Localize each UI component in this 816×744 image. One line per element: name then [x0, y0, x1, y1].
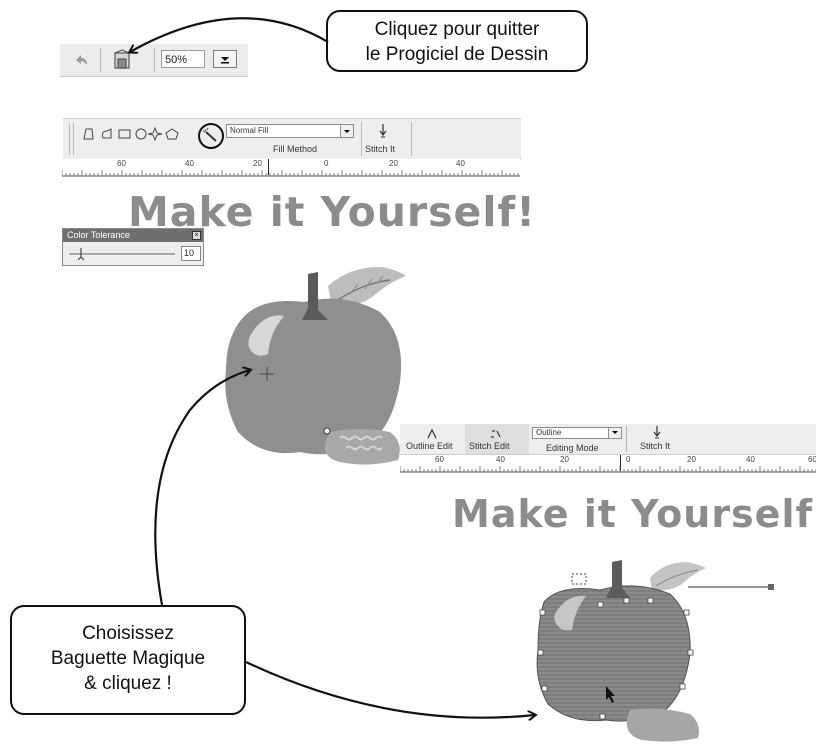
color-tolerance-title: Color Tolerance [63, 229, 203, 242]
star-tool-icon [147, 126, 163, 142]
tolerance-slider[interactable] [67, 246, 179, 262]
ruler-label: 20 [560, 455, 569, 464]
stitch-it-button[interactable]: Stitch It [365, 144, 395, 154]
ruler-ticks [400, 466, 816, 473]
stitch-it-icon[interactable] [376, 122, 390, 145]
editing-mode-label: Editing Mode [546, 443, 599, 453]
ruler-label: 60 [808, 455, 816, 464]
outline-tool-icon [102, 128, 112, 139]
zoom-input[interactable]: 50% [161, 50, 205, 68]
ruler-label: 0 [324, 159, 329, 168]
stitch-it-button[interactable]: Stitch It [640, 441, 670, 451]
outline-toolbar: Outline Edit Stitch Edit Outline Editing… [400, 424, 816, 455]
top-toolbar: 50% [60, 44, 248, 77]
ruler-label: 20 [687, 455, 696, 464]
chevron-down-icon[interactable] [608, 428, 621, 438]
color-tolerance-panel: Color Tolerance × 10 [62, 228, 204, 266]
toolbar-separator [361, 122, 362, 156]
undo-icon[interactable] [72, 51, 90, 74]
ruler-label: 60 [435, 455, 444, 464]
magic-wand-cursor-icon [323, 427, 331, 435]
close-icon[interactable]: × [192, 231, 201, 240]
ruler-bottom: 60 40 20 0 20 40 60 [400, 455, 816, 473]
chevron-down-icon [221, 57, 229, 64]
toolbar-separator [100, 48, 101, 72]
ruler-ticks [62, 170, 520, 177]
apple-body-stitched [536, 585, 691, 722]
polygon-tool-icon [165, 128, 179, 140]
rectangle-tool-icon [118, 129, 131, 139]
callout-wand-line1: Choisissez [82, 623, 174, 644]
ellipse-tool-icon [135, 128, 147, 140]
ruler-label: 40 [746, 455, 755, 464]
apple-leaf [650, 562, 706, 591]
toolbar-separator [626, 426, 627, 452]
fill-method-label: Fill Method [273, 144, 318, 154]
callout-wand-line2: Baguette Magique [50, 648, 206, 669]
stitch-edit-label: Stitch Edit [469, 441, 510, 451]
headline-make-it-yourself-bottom: Make it Yourself! [452, 492, 816, 536]
zoom-dropdown-button[interactable] [213, 50, 237, 68]
toolbar-grip [73, 123, 74, 155]
editing-mode-select[interactable]: Outline [532, 427, 622, 439]
arrow-to-apple-bottom [245, 661, 535, 718]
callout-wand-line3: & cliquez ! [84, 673, 172, 694]
ruler-label: 40 [496, 455, 505, 464]
outline-edit-button[interactable]: Outline Edit [406, 441, 453, 451]
ruler-label: 60 [117, 159, 126, 168]
callout-quit: Cliquez pour quitter le Progiciel de Des… [326, 10, 588, 72]
ruler-label: 40 [185, 159, 194, 168]
chevron-down-icon[interactable] [340, 125, 353, 137]
toolbar-grip [69, 123, 70, 155]
toolbar-separator [411, 122, 412, 156]
draw-tools-group [83, 126, 179, 142]
fill-method-select[interactable]: Normal Fill [226, 124, 354, 138]
freehand-tool-icon [83, 128, 94, 140]
ruler-label: 0 [626, 455, 631, 464]
ruler-label: 20 [253, 159, 262, 168]
callout-magic-wand: Choisissez Baguette Magique & cliquez ! [10, 605, 246, 715]
exit-draw-icon[interactable] [112, 49, 134, 76]
callout-quit-line1: Cliquez pour quitter [374, 19, 540, 40]
fill-method-value: Normal Fill [230, 126, 269, 135]
toolbar-separator [154, 48, 155, 72]
selection-handle [768, 584, 774, 590]
editing-mode-value: Outline [536, 428, 562, 437]
tolerance-value[interactable]: 10 [181, 246, 201, 261]
callout-quit-line2: le Progiciel de Dessin [365, 44, 549, 65]
ruler-label: 40 [456, 159, 465, 168]
apple-shadow [626, 708, 699, 742]
apple-image-bottom[interactable] [530, 554, 780, 744]
magic-wand-icon[interactable] [196, 121, 226, 156]
apple-image-top[interactable] [220, 262, 410, 472]
ruler-label: 20 [389, 159, 398, 168]
ruler-top: 60 40 20 0 20 40 [62, 159, 520, 177]
stitch-edit-button[interactable]: Stitch Edit [465, 424, 529, 454]
fill-toolbar: Normal Fill Fill Method Stitch It [63, 118, 521, 160]
